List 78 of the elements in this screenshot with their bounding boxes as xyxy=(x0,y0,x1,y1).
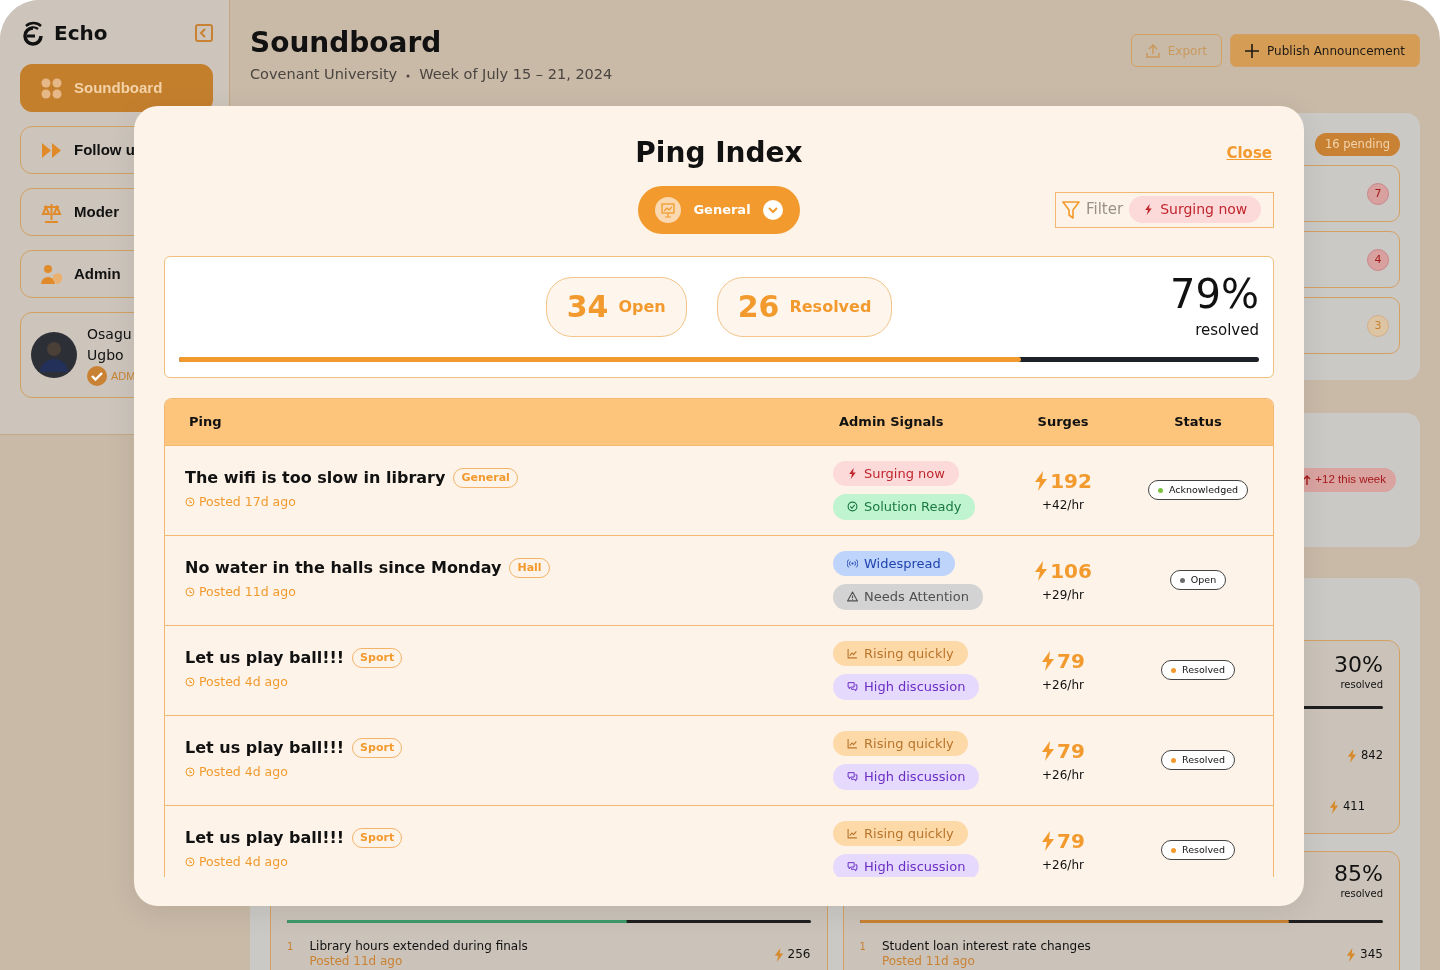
brand-name: Echo xyxy=(54,20,108,47)
surge-count: 79 xyxy=(1041,646,1085,677)
percent-caption: resolved xyxy=(1340,887,1383,902)
stat-label: Resolved xyxy=(789,295,872,318)
percent-value: 30% xyxy=(1334,653,1383,678)
rank-number: 1 xyxy=(859,941,866,954)
posted-time: Posted 11d ago xyxy=(881,954,976,969)
item-title: Student loan interest rate changes xyxy=(881,939,1091,954)
column-header: Status xyxy=(1173,412,1223,431)
posted-time: Posted 11d ago xyxy=(309,954,404,969)
signal-pill: Needs Attention xyxy=(833,584,983,610)
close-link[interactable]: Close xyxy=(1226,142,1272,165)
posted-time: Posted 4d ago xyxy=(185,852,288,872)
signal-pill: High discussion xyxy=(833,674,980,700)
surge-count: 256 xyxy=(787,947,811,962)
count-badge: 3 xyxy=(1367,314,1389,337)
rank-number: 1 xyxy=(287,941,294,954)
signal-pill: Rising quickly xyxy=(833,640,968,667)
item-title: Library hours extended during finals xyxy=(309,939,528,954)
status-pill: Resolved xyxy=(1161,839,1235,861)
surge-count: 345 xyxy=(1360,947,1383,962)
signal-pill: High discussion xyxy=(833,854,980,877)
stat-number: 34 xyxy=(566,288,609,327)
status-pill: Acknowledged xyxy=(1147,479,1249,501)
publish-button[interactable]: Publish Announcement xyxy=(1230,34,1420,67)
surge-rate: +26/hr xyxy=(1042,857,1084,875)
category-tag: Sport xyxy=(352,737,403,759)
posted-time: Posted 11d ago xyxy=(185,582,296,602)
surge-count: 842 xyxy=(1361,747,1383,765)
resolved-percent: 79% xyxy=(1170,272,1259,315)
surge-rate: +42/hr xyxy=(1042,497,1084,515)
signal-pill: Rising quickly xyxy=(833,820,968,847)
surge-count: 411 xyxy=(1343,798,1365,816)
surge-rate: +29/hr xyxy=(1042,587,1084,605)
user-name: Ugbo xyxy=(87,346,125,365)
pending-badge: 16 pending xyxy=(1314,133,1400,157)
column-header: Ping xyxy=(188,412,223,431)
resolved-caption: resolved xyxy=(1195,319,1259,341)
filter-label: Filter xyxy=(1086,199,1124,221)
category-dropdown[interactable]: General xyxy=(638,185,800,234)
column-header: Surges xyxy=(1036,412,1090,431)
page-title: Soundboard xyxy=(250,26,443,60)
status-pill: Open xyxy=(1169,569,1227,591)
org-name: Covenant University xyxy=(250,64,398,84)
signal-pill: Surging now xyxy=(833,460,959,487)
posted-time: Posted 4d ago xyxy=(185,762,288,782)
signal-pill: Solution Ready xyxy=(833,494,976,520)
stat-label: Open xyxy=(618,295,666,318)
count-badge: 7 xyxy=(1367,182,1389,205)
filter-chip: Surging now xyxy=(1129,196,1262,224)
surge-count: 79 xyxy=(1041,736,1085,767)
ping-title: The wifi is too slow in library xyxy=(185,467,446,490)
ping-title: Let us play ball!!! xyxy=(185,737,345,760)
count-badge: 4 xyxy=(1367,248,1389,271)
signal-pill: High discussion xyxy=(833,764,980,790)
percent-caption: resolved xyxy=(1340,678,1383,693)
surge-count: 192 xyxy=(1034,466,1092,497)
surge-rate: +26/hr xyxy=(1042,677,1084,695)
surge-count: 79 xyxy=(1041,826,1085,857)
posted-time: Posted 4d ago xyxy=(185,672,288,692)
surge-count: 106 xyxy=(1034,556,1092,587)
ping-title: Let us play ball!!! xyxy=(185,827,345,850)
user-name: Osagu xyxy=(87,325,133,344)
posted-time: Posted 17d ago xyxy=(185,492,296,512)
status-pill: Resolved xyxy=(1161,749,1235,771)
percent-value: 85% xyxy=(1334,862,1383,887)
modal-title: Ping Index xyxy=(635,136,803,170)
ping-title: Let us play ball!!! xyxy=(185,647,345,670)
ping-title: No water in the halls since Monday xyxy=(185,557,502,580)
column-header: Admin Signals xyxy=(838,412,945,431)
nav-item[interactable]: Soundboard xyxy=(20,64,213,112)
signal-pill: Widespread xyxy=(833,550,955,577)
stat-number: 26 xyxy=(737,288,780,327)
surge-rate: +26/hr xyxy=(1042,767,1084,785)
signal-pill: Rising quickly xyxy=(833,730,968,757)
status-pill: Resolved xyxy=(1161,659,1235,681)
filter-box[interactable]: Filter Surging now xyxy=(1055,191,1274,228)
week-range: Week of July 15 – 21, 2024 xyxy=(419,64,613,84)
